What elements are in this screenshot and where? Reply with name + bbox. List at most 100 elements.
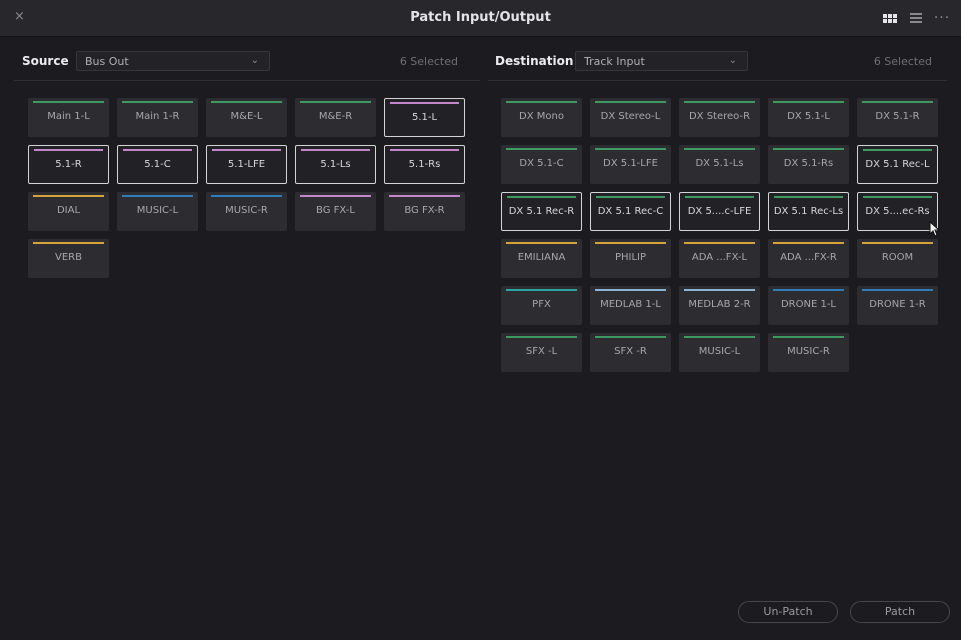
destination-dropdown-value: Track Input — [584, 55, 645, 68]
destination-selected-count: 6 Selected — [873, 55, 932, 68]
destination-channel-tile[interactable]: MUSIC-R — [768, 333, 849, 372]
destination-channel-tile[interactable]: DRONE 1-L — [768, 286, 849, 325]
channel-color-bar — [684, 148, 755, 150]
destination-channel-tile[interactable]: SFX -L — [501, 333, 582, 372]
channel-color-bar — [212, 149, 281, 151]
source-channel-tile[interactable]: 5.1-LFE — [206, 145, 287, 184]
destination-channel-tile[interactable]: DX 5.1 Rec-C — [590, 192, 671, 231]
channel-color-bar — [773, 289, 844, 291]
channel-color-bar — [595, 289, 666, 291]
destination-channel-tile[interactable]: ADA ...FX-L — [679, 239, 760, 278]
source-channel-tile[interactable]: M&E-R — [295, 98, 376, 137]
channel-color-bar — [773, 336, 844, 338]
source-channel-tile[interactable]: 5.1-C — [117, 145, 198, 184]
channel-label: MEDLAB 1-L — [600, 299, 661, 310]
channel-color-bar — [389, 195, 460, 197]
destination-channel-tile[interactable]: DX Stereo-R — [679, 98, 760, 137]
destination-channel-tile[interactable]: DX 5.1-L — [768, 98, 849, 137]
destination-header: Destination Track Input ⌄ 6 Selected — [488, 51, 947, 73]
destination-channel-tile[interactable]: MEDLAB 2-R — [679, 286, 760, 325]
channel-label: MUSIC-R — [225, 205, 268, 216]
channel-label: DX 5....c-LFE — [687, 206, 752, 217]
channel-color-bar — [211, 101, 282, 103]
view-mode-buttons: ··· — [875, 6, 953, 30]
channel-color-bar — [33, 101, 104, 103]
window-title: Patch Input/Output — [410, 10, 551, 25]
channel-label: MUSIC-R — [787, 346, 830, 357]
destination-channel-tile[interactable]: DX 5.1 Rec-L — [857, 145, 938, 184]
channel-color-bar — [390, 149, 459, 151]
more-options-button[interactable]: ··· — [931, 7, 953, 29]
source-channel-tile[interactable]: VERB — [28, 239, 109, 278]
channel-color-bar — [596, 196, 665, 198]
channel-label: VERB — [55, 252, 82, 263]
destination-channel-tile[interactable]: DX 5.1 Rec-Ls — [768, 192, 849, 231]
patch-button[interactable]: Patch — [850, 601, 950, 623]
destination-channel-tile[interactable]: DX 5.1-LFE — [590, 145, 671, 184]
destination-channel-tile[interactable]: ADA ...FX-R — [768, 239, 849, 278]
destination-channel-tile[interactable]: DX 5.1-Rs — [768, 145, 849, 184]
destination-label: Destination — [495, 54, 574, 68]
source-channel-tile[interactable]: M&E-L — [206, 98, 287, 137]
destination-channel-tile[interactable]: DX 5.1-Ls — [679, 145, 760, 184]
source-channel-tile[interactable]: DIAL — [28, 192, 109, 231]
channel-label: ADA ...FX-R — [780, 252, 837, 263]
source-channel-tile[interactable]: 5.1-L — [384, 98, 465, 137]
source-channel-tile[interactable]: MUSIC-L — [117, 192, 198, 231]
source-channel-tile[interactable]: MUSIC-R — [206, 192, 287, 231]
channel-label: PHILIP — [614, 252, 647, 263]
grid-view-icon — [883, 13, 897, 23]
channel-color-bar — [595, 148, 666, 150]
channel-color-bar — [34, 149, 103, 151]
destination-channel-tile[interactable]: EMILIANA — [501, 239, 582, 278]
channel-color-bar — [863, 196, 932, 198]
channel-color-bar — [300, 101, 371, 103]
source-label: Source — [22, 54, 69, 68]
channel-label: SFX -R — [614, 346, 647, 357]
source-dropdown[interactable]: Bus Out ⌄ — [76, 51, 270, 71]
destination-dropdown[interactable]: Track Input ⌄ — [575, 51, 748, 71]
destination-channel-tile[interactable]: DX Mono — [501, 98, 582, 137]
destination-channel-tile[interactable]: DX 5....ec-Rs — [857, 192, 938, 231]
source-channel-tile[interactable]: Main 1-L — [28, 98, 109, 137]
source-channel-tile[interactable]: 5.1-R — [28, 145, 109, 184]
channel-label: DX 5....ec-Rs — [865, 206, 930, 217]
channel-label: 5.1-Ls — [320, 159, 351, 170]
destination-channel-tile[interactable]: ROOM — [857, 239, 938, 278]
channel-label: DX Stereo-L — [600, 111, 661, 122]
source-channel-tile[interactable]: 5.1-Ls — [295, 145, 376, 184]
channel-label: EMILIANA — [517, 252, 566, 263]
destination-channel-tile[interactable]: DX Stereo-L — [590, 98, 671, 137]
channel-label: PFX — [532, 299, 551, 310]
destination-channel-tile[interactable]: DX 5.1-R — [857, 98, 938, 137]
channel-color-bar — [684, 336, 755, 338]
channel-color-bar — [301, 149, 370, 151]
destination-channel-tile[interactable]: SFX -R — [590, 333, 671, 372]
destination-channel-tile[interactable]: PFX — [501, 286, 582, 325]
destination-channel-tile[interactable]: DX 5....c-LFE — [679, 192, 760, 231]
channel-color-bar — [862, 289, 933, 291]
channel-label: 5.1-LFE — [227, 159, 266, 170]
destination-channel-tile[interactable]: PHILIP — [590, 239, 671, 278]
source-channel-tile[interactable]: BG FX-L — [295, 192, 376, 231]
channel-label: DX 5.1-Rs — [783, 158, 834, 169]
source-channel-tile[interactable]: Main 1-R — [117, 98, 198, 137]
destination-channel-tile[interactable]: DX 5.1-C — [501, 145, 582, 184]
channel-color-bar — [211, 195, 282, 197]
source-channel-tile[interactable]: 5.1-Rs — [384, 145, 465, 184]
destination-channel-tile[interactable]: DRONE 1-R — [857, 286, 938, 325]
destination-channel-tile[interactable]: MUSIC-L — [679, 333, 760, 372]
channel-color-bar — [863, 149, 932, 151]
channel-label: BG FX-L — [316, 205, 355, 216]
channel-color-bar — [506, 289, 577, 291]
list-view-button[interactable] — [905, 7, 927, 29]
grid-view-button[interactable] — [879, 7, 901, 29]
destination-channel-tile[interactable]: MEDLAB 1-L — [590, 286, 671, 325]
unpatch-button[interactable]: Un-Patch — [738, 601, 838, 623]
destination-channel-tile[interactable]: DX 5.1 Rec-R — [501, 192, 582, 231]
channel-color-bar — [506, 336, 577, 338]
mouse-pointer-icon — [929, 221, 941, 237]
source-channel-tile[interactable]: BG FX-R — [384, 192, 465, 231]
source-dropdown-value: Bus Out — [85, 55, 129, 68]
channel-label: 5.1-L — [411, 112, 438, 123]
